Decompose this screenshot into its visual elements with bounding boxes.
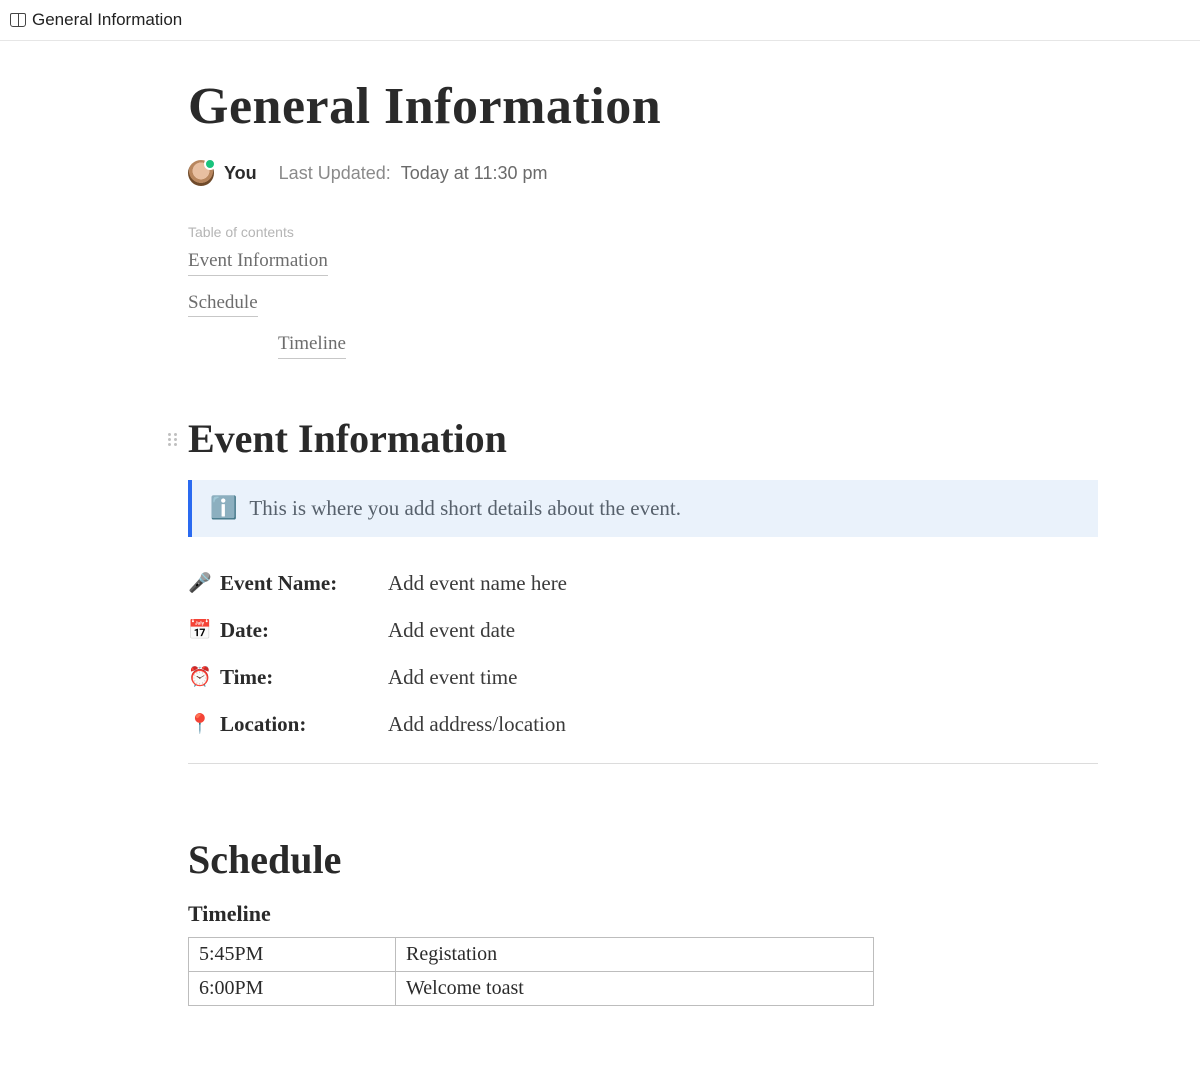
field-event-name[interactable]: 🎤 Event Name: Add event name here [188, 571, 1098, 596]
field-label: Time: [220, 665, 273, 690]
toc-label: Table of contents [188, 224, 1098, 240]
subheading-timeline[interactable]: Timeline [188, 901, 1098, 927]
avatar[interactable] [188, 160, 214, 186]
heading-schedule[interactable]: Schedule [188, 836, 1098, 883]
field-value[interactable]: Add event name here [388, 571, 567, 596]
breadcrumb-title[interactable]: General Information [32, 10, 182, 30]
author-label[interactable]: You [224, 163, 257, 184]
info-icon: ℹ️ [210, 497, 237, 519]
heading-event-information[interactable]: Event Information [188, 415, 1098, 462]
field-label: Location: [220, 712, 306, 737]
field-label: Date: [220, 618, 269, 643]
cell-time[interactable]: 5:45PM [189, 937, 396, 971]
field-value[interactable]: Add event time [388, 665, 517, 690]
breadcrumb-bar: General Information [0, 0, 1200, 41]
cell-activity[interactable]: Welcome toast [396, 971, 874, 1005]
field-value[interactable]: Add event date [388, 618, 515, 643]
callout-text: This is where you add short details abou… [249, 496, 681, 521]
last-updated-value: Today at 11:30 pm [401, 163, 548, 184]
table-row[interactable]: 6:00PM Welcome toast [189, 971, 874, 1005]
last-updated-label: Last Updated: [279, 163, 391, 184]
pin-icon: 📍 [188, 712, 210, 736]
table-row[interactable]: 5:45PM Registation [189, 937, 874, 971]
drag-handle-icon[interactable] [168, 433, 178, 447]
table-of-contents: Event Information Schedule Timeline [188, 248, 1098, 359]
microphone-icon: 🎤 [188, 571, 210, 595]
toc-link-event-information[interactable]: Event Information [188, 248, 328, 276]
toc-link-timeline[interactable]: Timeline [278, 331, 346, 359]
field-time[interactable]: ⏰ Time: Add event time [188, 665, 1098, 690]
field-label: Event Name: [220, 571, 337, 596]
page-meta: You Last Updated: Today at 11:30 pm [188, 160, 1098, 186]
field-value[interactable]: Add address/location [388, 712, 566, 737]
info-callout[interactable]: ℹ️ This is where you add short details a… [188, 480, 1098, 537]
field-date[interactable]: 📅 Date: Add event date [188, 618, 1098, 643]
toc-link-schedule[interactable]: Schedule [188, 290, 258, 318]
clock-icon: ⏰ [188, 665, 210, 689]
book-icon [10, 13, 26, 27]
calendar-icon: 📅 [188, 618, 210, 642]
timeline-table[interactable]: 5:45PM Registation 6:00PM Welcome toast [188, 937, 874, 1006]
divider [188, 763, 1098, 764]
heading-text: Schedule [188, 837, 341, 882]
cell-time[interactable]: 6:00PM [189, 971, 396, 1005]
cell-activity[interactable]: Registation [396, 937, 874, 971]
field-location[interactable]: 📍 Location: Add address/location [188, 712, 1098, 737]
page-title[interactable]: General Information [188, 77, 1098, 136]
heading-text: Event Information [188, 416, 507, 461]
